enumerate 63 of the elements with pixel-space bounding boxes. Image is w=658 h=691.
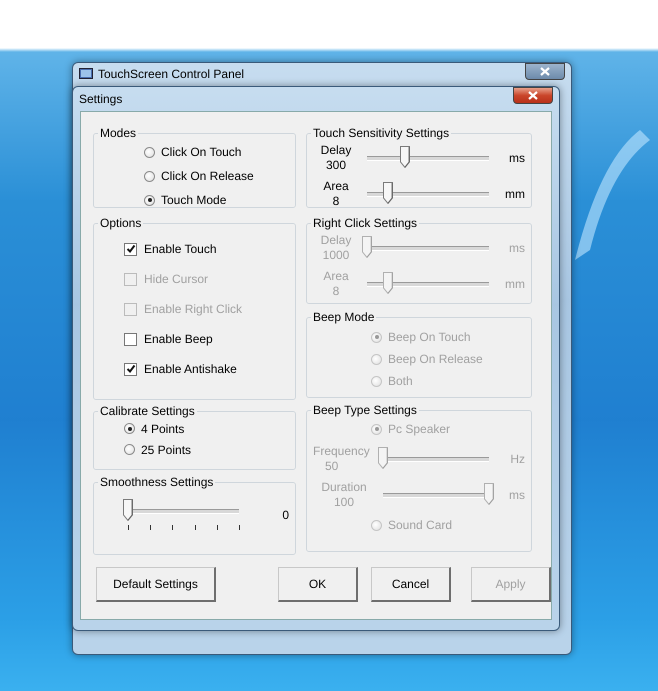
checkbox[interactable]	[124, 362, 137, 376]
checkbox-label: Enable Right Click	[144, 302, 242, 316]
checkbox-label: Enable Beep	[144, 332, 213, 346]
slider-value: 0	[281, 508, 289, 522]
dialog-title: Settings	[79, 92, 122, 106]
radio-label: Click On Release	[161, 169, 254, 183]
close-button[interactable]	[525, 63, 565, 80]
slider-value: 300	[326, 158, 346, 173]
slider-thumb[interactable]	[123, 499, 133, 521]
radio-label: Both	[388, 374, 413, 388]
group-title: Options	[99, 216, 142, 230]
close-button[interactable]	[513, 87, 553, 104]
radio-label: Pc Speaker	[388, 422, 450, 436]
radio-button[interactable]	[144, 194, 155, 206]
slider-unit: ms	[508, 151, 525, 165]
group-title: Right Click Settings	[312, 216, 418, 230]
slider-label: Duration	[321, 480, 367, 495]
group-title: Modes	[99, 126, 138, 140]
radio-label: Sound Card	[388, 518, 452, 532]
window-title: TouchScreen Control Panel	[98, 67, 244, 81]
checkbox-label: Enable Antishake	[144, 362, 237, 376]
dialog-button[interactable]: Default Settings	[96, 567, 216, 602]
group-title: Smoothness Settings	[99, 475, 214, 489]
slider-label: Area	[323, 179, 349, 194]
radio-label: Beep On Touch	[388, 330, 471, 344]
slider-unit: Hz	[509, 452, 525, 466]
dialog-button[interactable]: OK	[278, 567, 358, 602]
radio-button[interactable]	[124, 444, 135, 455]
close-icon	[540, 67, 550, 76]
slider-value: 8	[332, 194, 340, 209]
slider-value: 8	[332, 284, 340, 299]
checkbox-label: Hide Cursor	[144, 272, 208, 286]
slider-value: 50	[324, 459, 338, 474]
slider-label: Frequency	[313, 444, 370, 459]
radio-label: Touch Mode	[161, 193, 226, 207]
slider-label: Area	[323, 269, 349, 284]
slider-label: Delay	[320, 233, 352, 248]
slider-thumb[interactable]	[382, 182, 393, 204]
group-title: Beep Mode	[312, 310, 376, 324]
radio-label: Click On Touch	[161, 145, 242, 159]
checkbox-label: Enable Touch	[144, 242, 217, 256]
checkbox[interactable]	[124, 332, 137, 346]
checkbox[interactable]	[124, 242, 137, 256]
dialog-button[interactable]: Cancel	[371, 567, 451, 602]
slider-unit: mm	[504, 277, 525, 291]
radio-button[interactable]	[144, 170, 155, 182]
slider-thumb[interactable]	[400, 146, 410, 168]
radio-button[interactable]	[144, 146, 155, 158]
slider-unit: mm	[504, 187, 525, 201]
slider-label: Delay	[320, 143, 352, 158]
radio-button[interactable]	[124, 423, 135, 434]
radio-label: Beep On Release	[388, 352, 483, 366]
app-icon	[79, 68, 93, 80]
slider-value: 1000	[322, 248, 350, 263]
radio-label: 4 Points	[141, 422, 184, 436]
group-title: Calibrate Settings	[99, 404, 196, 418]
group-title: Beep Type Settings	[312, 403, 418, 417]
radio-label: 25 Points	[141, 442, 192, 456]
close-icon	[528, 91, 538, 100]
group-title: Touch Sensitivity Settings	[312, 126, 450, 140]
slider-unit: ms	[508, 488, 525, 502]
slider-value: 100	[334, 495, 354, 510]
slider-unit: ms	[508, 241, 525, 255]
